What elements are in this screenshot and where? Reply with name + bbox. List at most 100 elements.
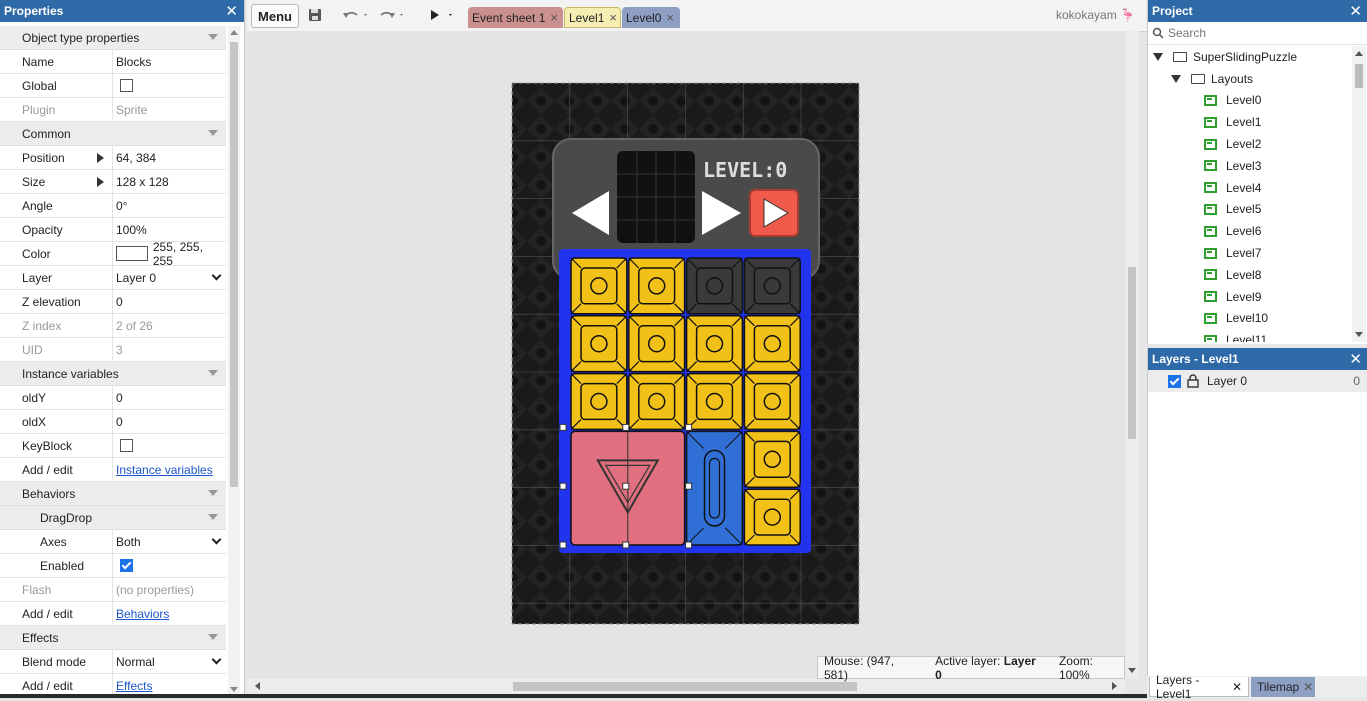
close-icon[interactable]: ✕ bbox=[1349, 2, 1362, 20]
blue-tall-block[interactable] bbox=[685, 430, 744, 546]
scroll-left-icon[interactable] bbox=[255, 682, 260, 690]
property-section[interactable]: Instance variables bbox=[0, 362, 226, 386]
property-link[interactable]: Instance variables bbox=[116, 463, 213, 477]
empty-block[interactable] bbox=[743, 257, 801, 315]
resize-handle[interactable] bbox=[685, 541, 693, 549]
property-value[interactable]: 0 bbox=[116, 391, 123, 405]
color-swatch[interactable] bbox=[116, 246, 148, 261]
layout-canvas[interactable]: LEVEL:0 bbox=[247, 31, 1125, 679]
property-value-cell[interactable]: Normal bbox=[113, 650, 226, 673]
scroll-up-icon[interactable] bbox=[230, 30, 238, 35]
property-value-cell[interactable] bbox=[113, 554, 226, 577]
expand-icon[interactable] bbox=[1153, 52, 1163, 61]
close-icon[interactable]: × bbox=[666, 10, 674, 25]
property-value[interactable]: 128 x 128 bbox=[116, 175, 169, 189]
yellow-block[interactable] bbox=[570, 372, 628, 431]
property-value[interactable]: 100% bbox=[116, 223, 147, 237]
tree-item-level[interactable]: Level3 bbox=[1148, 155, 1352, 177]
play-icon[interactable] bbox=[427, 4, 457, 26]
tab-layers[interactable]: Layers - Level1 ✕ bbox=[1149, 673, 1249, 701]
property-value[interactable]: 255, 255, 255 bbox=[153, 240, 226, 268]
property-value-cell[interactable]: Instance variables bbox=[113, 458, 226, 481]
scrollbar-thumb[interactable] bbox=[1355, 64, 1363, 88]
property-value-cell[interactable]: 64, 384 bbox=[113, 146, 226, 169]
scroll-down-icon[interactable] bbox=[230, 687, 238, 692]
property-value-cell[interactable]: 0° bbox=[113, 194, 226, 217]
expand-icon[interactable] bbox=[97, 153, 104, 163]
tab-level1[interactable]: Level1 × bbox=[564, 7, 621, 28]
property-section[interactable]: Object type properties bbox=[0, 26, 226, 50]
collapse-icon[interactable] bbox=[208, 34, 218, 40]
resize-handle[interactable] bbox=[622, 482, 630, 490]
close-icon[interactable]: ✕ bbox=[225, 2, 238, 20]
property-value-cell[interactable]: Layer 0 bbox=[113, 266, 226, 289]
resize-handle[interactable] bbox=[559, 423, 567, 431]
expand-icon[interactable] bbox=[1171, 74, 1181, 83]
scroll-right-icon[interactable] bbox=[1112, 682, 1117, 690]
undo-icon[interactable] bbox=[341, 4, 371, 26]
lock-icon[interactable] bbox=[1187, 374, 1199, 388]
layer-visible-checkbox[interactable] bbox=[1168, 374, 1181, 388]
vertical-scrollbar[interactable] bbox=[1125, 31, 1139, 679]
property-select[interactable]: Normal bbox=[116, 655, 155, 669]
tree-root[interactable]: SuperSlidingPuzzle bbox=[1148, 46, 1352, 68]
close-icon[interactable]: ✕ bbox=[1303, 680, 1313, 694]
yellow-block[interactable] bbox=[685, 372, 744, 431]
close-icon[interactable]: ✕ bbox=[1349, 350, 1362, 368]
tree-item-level[interactable]: Level4 bbox=[1148, 177, 1352, 199]
tree-item-level[interactable]: Level2 bbox=[1148, 133, 1352, 155]
yellow-block[interactable] bbox=[628, 257, 686, 315]
resize-handle[interactable] bbox=[622, 423, 630, 431]
property-value-cell[interactable]: 3 bbox=[113, 338, 226, 361]
property-value-cell[interactable]: Blocks bbox=[113, 50, 226, 73]
property-checkbox[interactable] bbox=[120, 79, 133, 92]
yellow-block[interactable] bbox=[628, 372, 686, 431]
search-input[interactable]: Search bbox=[1168, 26, 1206, 40]
property-value-cell[interactable]: (no properties) bbox=[113, 578, 226, 601]
tree-item-level[interactable]: Level5 bbox=[1148, 199, 1352, 221]
close-icon[interactable]: ✕ bbox=[1232, 680, 1242, 694]
property-value-cell[interactable]: Behaviors bbox=[113, 602, 226, 625]
property-section[interactable]: DragDrop bbox=[0, 506, 226, 530]
yellow-block[interactable] bbox=[570, 257, 628, 315]
property-value-cell[interactable]: 0 bbox=[113, 386, 226, 409]
property-value-cell[interactable]: Both bbox=[113, 530, 226, 553]
yellow-block[interactable] bbox=[570, 315, 628, 373]
collapse-icon[interactable] bbox=[208, 514, 218, 520]
properties-scrollbar[interactable] bbox=[228, 26, 240, 698]
scroll-up-icon[interactable] bbox=[1355, 51, 1363, 56]
project-scrollbar[interactable] bbox=[1352, 46, 1366, 342]
resize-handle[interactable] bbox=[685, 423, 693, 431]
property-checkbox[interactable] bbox=[120, 559, 133, 572]
tab-level0[interactable]: Level0 × bbox=[622, 7, 680, 28]
tree-item-level[interactable]: Level6 bbox=[1148, 220, 1352, 242]
collapse-icon[interactable] bbox=[208, 370, 218, 376]
yellow-block[interactable] bbox=[743, 372, 801, 431]
resize-handle[interactable] bbox=[559, 482, 567, 490]
layout-viewport[interactable]: LEVEL:0 bbox=[247, 31, 1125, 679]
expand-icon[interactable] bbox=[97, 177, 104, 187]
empty-block[interactable] bbox=[685, 257, 744, 315]
collapse-icon[interactable] bbox=[208, 634, 218, 640]
tree-item-level[interactable]: Level7 bbox=[1148, 242, 1352, 264]
scroll-down-icon[interactable] bbox=[1355, 332, 1363, 337]
property-value-cell[interactable] bbox=[113, 434, 226, 457]
close-icon[interactable]: × bbox=[550, 10, 558, 25]
property-value-cell[interactable] bbox=[113, 74, 226, 97]
property-value-cell[interactable]: Sprite bbox=[113, 98, 226, 121]
property-value[interactable]: 64, 384 bbox=[116, 151, 156, 165]
scrollbar-thumb[interactable] bbox=[513, 682, 857, 691]
resize-handle[interactable] bbox=[685, 482, 693, 490]
property-section[interactable]: Effects bbox=[0, 626, 226, 650]
property-value-cell[interactable]: 0 bbox=[113, 290, 226, 313]
tree-item-level[interactable]: Level1 bbox=[1148, 111, 1352, 133]
scrollbar-thumb[interactable] bbox=[1128, 267, 1136, 439]
property-value-cell[interactable]: 0 bbox=[113, 410, 226, 433]
property-value-cell[interactable]: 2 of 26 bbox=[113, 314, 226, 337]
menu-button[interactable]: Menu bbox=[251, 4, 299, 28]
resize-handle[interactable] bbox=[622, 541, 630, 549]
save-icon[interactable] bbox=[305, 4, 325, 26]
tab-tilemap[interactable]: Tilemap ✕ bbox=[1251, 677, 1315, 697]
yellow-block[interactable] bbox=[743, 315, 801, 373]
user-name[interactable]: kokokayam 🦩 bbox=[1056, 8, 1135, 22]
